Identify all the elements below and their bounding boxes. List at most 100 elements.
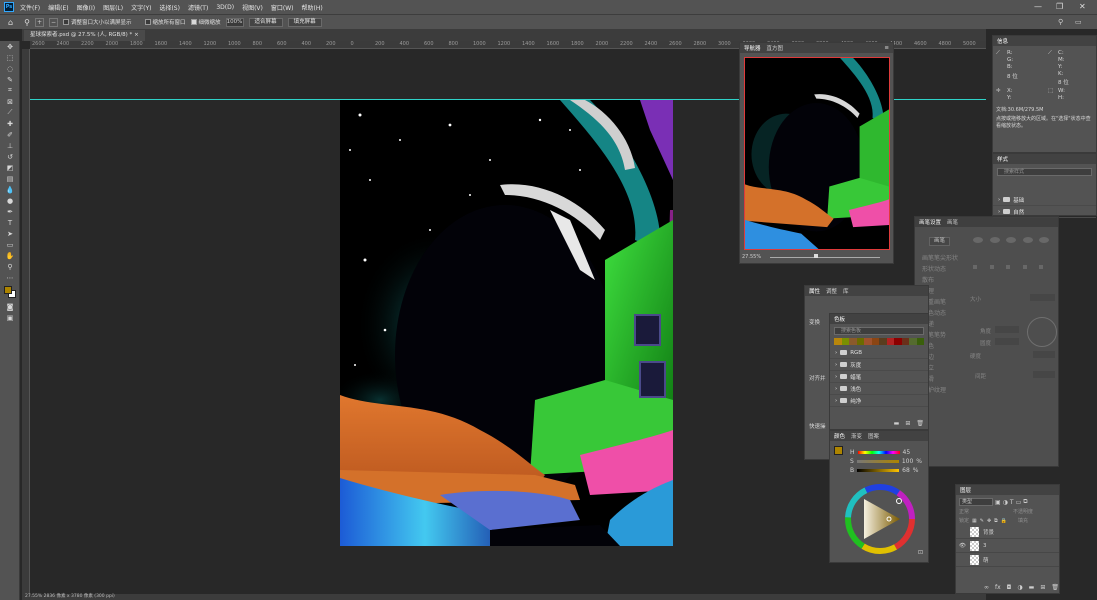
hue-value[interactable]: 45 xyxy=(903,449,911,456)
brush-hardness-field[interactable] xyxy=(1033,351,1055,358)
new-swatch-icon[interactable]: ⊞ xyxy=(905,420,910,427)
zoom-all-option[interactable]: 缩放所有窗口 xyxy=(144,18,186,26)
filter-type-icon[interactable]: T xyxy=(1010,499,1014,506)
menu-view[interactable]: 视图(V) xyxy=(242,3,263,12)
healing-brush-tool-icon[interactable]: ✚ xyxy=(0,118,20,129)
brush-tip-preset[interactable] xyxy=(1039,264,1044,269)
swatch-folder[interactable]: › RGB xyxy=(830,347,928,359)
filter-pixel-icon[interactable]: ▣ xyxy=(995,499,1001,506)
color-swatch[interactable] xyxy=(879,338,887,345)
color-swatch[interactable] xyxy=(909,338,917,345)
color-swatch[interactable] xyxy=(886,338,894,345)
brush-tip-shape[interactable]: 画笔笔尖形状 xyxy=(922,253,958,264)
zoom-in-icon[interactable]: + xyxy=(34,17,44,27)
scrubby-zoom-option[interactable]: 细微缩放 xyxy=(190,18,221,26)
brush-size-field[interactable] xyxy=(1030,294,1055,301)
brush-tip-preset[interactable] xyxy=(1006,237,1017,243)
menu-help[interactable]: 帮助(H) xyxy=(302,3,323,12)
menu-filter[interactable]: 滤镜(T) xyxy=(188,3,208,12)
tab-patterns[interactable]: 图案 xyxy=(868,432,879,440)
brightness-value[interactable]: 68 xyxy=(902,467,910,474)
clone-stamp-tool-icon[interactable]: ⊥ xyxy=(0,140,20,151)
tab-histogram[interactable]: 直方图 xyxy=(767,44,784,52)
saturation-slider[interactable] xyxy=(856,460,899,463)
color-swatch[interactable] xyxy=(864,338,872,345)
brush-tip-preset[interactable] xyxy=(1022,237,1033,243)
tab-styles[interactable]: 样式 xyxy=(997,155,1008,163)
lock-all-icon[interactable]: 🔒 xyxy=(1001,518,1007,524)
menu-type[interactable]: 文字(Y) xyxy=(131,3,151,12)
tab-swatches[interactable]: 色板 xyxy=(834,315,845,323)
filter-adjust-icon[interactable]: ◑ xyxy=(1003,499,1008,506)
close-tab-icon[interactable]: × xyxy=(134,32,139,38)
swatch-folder[interactable]: › 纯净 xyxy=(830,395,928,407)
layer-name[interactable]: 萌 xyxy=(983,556,989,564)
lock-artboard-icon[interactable]: ⧉ xyxy=(994,518,998,524)
marquee-tool-icon[interactable]: ⬚ xyxy=(0,52,20,63)
shape-tool-icon[interactable]: ▭ xyxy=(0,239,20,250)
close-window-button[interactable]: ✕ xyxy=(1079,2,1086,11)
foreground-color-swatch[interactable] xyxy=(4,286,12,294)
move-tool-icon[interactable]: ✥ xyxy=(0,41,20,52)
color-swatch[interactable] xyxy=(834,338,842,345)
type-tool-icon[interactable]: T xyxy=(0,217,20,228)
brush-tool-icon[interactable]: ✐ xyxy=(0,129,20,140)
swatches-search-input[interactable]: 搜索色板 xyxy=(834,327,924,335)
properties-section-transform[interactable]: 变换 xyxy=(809,318,820,326)
new-layer-icon[interactable]: ⊞ xyxy=(1040,584,1045,591)
search-icon[interactable]: ⚲ xyxy=(1058,18,1063,26)
link-layers-icon[interactable]: ∞ xyxy=(984,584,989,591)
zoom-out-icon[interactable]: − xyxy=(48,17,58,27)
tab-brush-settings[interactable]: 画笔设置 xyxy=(919,218,941,226)
zoom-tool-icon[interactable]: ⚲ xyxy=(24,18,30,27)
color-swatch[interactable] xyxy=(841,338,849,345)
gradient-tool-icon[interactable]: ▤ xyxy=(0,173,20,184)
screen-mode-icon[interactable]: ▣ xyxy=(0,312,20,323)
tab-color[interactable]: 颜色 xyxy=(834,432,845,440)
frame-tool-icon[interactable]: ⊠ xyxy=(0,96,20,107)
menu-image[interactable]: 图像(I) xyxy=(77,3,95,12)
zoom-all-checkbox[interactable] xyxy=(144,19,151,25)
saturation-value[interactable]: 100 xyxy=(902,458,913,465)
brush-angle-wheel[interactable] xyxy=(1027,317,1057,347)
hue-slider[interactable] xyxy=(857,451,900,454)
lock-paint-icon[interactable]: ✎ xyxy=(980,518,984,524)
brush-tip-preset[interactable] xyxy=(989,237,1000,243)
tab-info[interactable]: 信息 xyxy=(997,37,1008,45)
crop-tool-icon[interactable]: ⌗ xyxy=(0,85,20,96)
menu-layer[interactable]: 图层(L) xyxy=(103,3,123,12)
filter-shape-icon[interactable]: ▭ xyxy=(1016,499,1022,506)
tab-adjustments[interactable]: 调整 xyxy=(826,287,837,295)
history-brush-tool-icon[interactable]: ↺ xyxy=(0,151,20,162)
eye-icon[interactable]: 👁 xyxy=(959,543,966,549)
tab-gradients[interactable]: 渐变 xyxy=(851,432,862,440)
brush-roundness-field[interactable] xyxy=(995,338,1019,345)
color-swatch[interactable] xyxy=(856,338,864,345)
menu-window[interactable]: 窗口(W) xyxy=(271,3,294,12)
color-swatch[interactable] xyxy=(894,338,902,345)
scrubby-zoom-checkbox[interactable] xyxy=(190,19,197,25)
menu-file[interactable]: 文件(F) xyxy=(20,3,40,12)
path-select-tool-icon[interactable]: ➤ xyxy=(0,228,20,239)
artwork-canvas[interactable] xyxy=(340,100,673,546)
brush-tip-preset[interactable] xyxy=(973,237,983,243)
eraser-tool-icon[interactable]: ◩ xyxy=(0,162,20,173)
shape-dynamics[interactable]: 形状动态 xyxy=(922,264,958,275)
delete-layer-icon[interactable]: 🗑 xyxy=(1051,584,1059,591)
resize-windows-checkbox[interactable] xyxy=(63,19,69,25)
color-wheel-options-icon[interactable]: ⊡ xyxy=(918,549,923,556)
color-wheel[interactable] xyxy=(844,483,916,555)
color-swatch[interactable] xyxy=(901,338,909,345)
brush-tip-preset[interactable] xyxy=(1039,237,1050,243)
layer-row[interactable]: 👁 3 xyxy=(956,539,1059,553)
brush-tip-preset[interactable] xyxy=(973,264,977,269)
add-mask-icon[interactable]: ◘ xyxy=(1007,584,1012,591)
properties-section-quick-actions[interactable]: 快速操 xyxy=(809,422,826,430)
layer-name[interactable]: 背景 xyxy=(983,528,994,536)
panel-menu-icon[interactable]: ≡ xyxy=(884,45,889,51)
foreground-color-chip[interactable] xyxy=(834,446,843,455)
layer-filter-select[interactable]: 类型 xyxy=(959,498,993,506)
brush-spacing-field[interactable] xyxy=(1033,371,1055,378)
maximize-button[interactable]: ❐ xyxy=(1056,2,1063,11)
eyedropper-tool-icon[interactable]: ⟋ xyxy=(0,107,20,118)
